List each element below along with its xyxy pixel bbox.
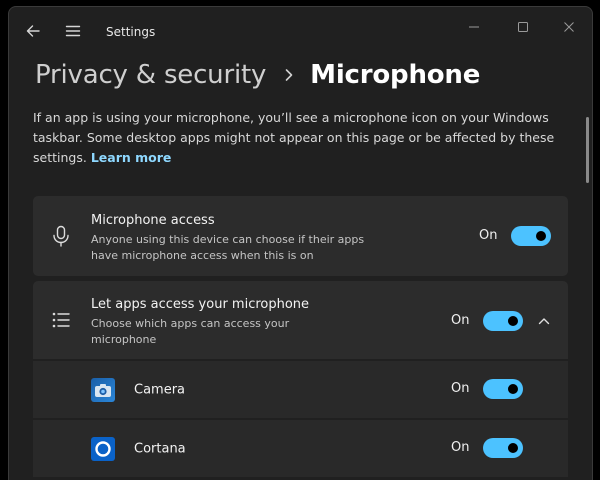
app-row-cortana: Cortana On xyxy=(33,420,568,477)
microphone-access-toggle[interactable] xyxy=(511,226,551,246)
app-row-camera: Camera On xyxy=(33,361,568,418)
microphone-access-title: Microphone access xyxy=(91,213,215,228)
microphone-access-state: On xyxy=(479,228,498,243)
maximize-button[interactable] xyxy=(503,13,543,41)
breadcrumb-chevron-icon xyxy=(284,68,294,82)
back-arrow-icon xyxy=(26,25,40,37)
window-title: Settings xyxy=(106,25,156,39)
microphone-icon xyxy=(49,224,73,248)
maximize-icon xyxy=(518,22,528,32)
apps-access-card[interactable]: Let apps access your microphone Choose w… xyxy=(33,281,568,359)
cortana-toggle[interactable] xyxy=(483,438,523,458)
breadcrumb: Privacy & security Microphone xyxy=(35,55,480,95)
apps-access-state: On xyxy=(451,313,470,328)
page-description: If an app is using your microphone, you’… xyxy=(33,108,563,168)
app-state-cortana: On xyxy=(451,440,470,455)
app-state-camera: On xyxy=(451,381,470,396)
hamburger-menu-icon xyxy=(65,25,81,37)
camera-app-icon xyxy=(91,377,115,402)
scrollbar-thumb[interactable] xyxy=(586,117,589,183)
app-name-camera: Camera xyxy=(134,382,186,397)
chevron-up-icon xyxy=(538,318,550,325)
toggle-knob xyxy=(536,231,546,241)
settings-window: Settings Privacy & security Microphone I… xyxy=(8,6,593,480)
close-button[interactable] xyxy=(549,13,589,41)
microphone-access-subtitle: Anyone using this device can choose if t… xyxy=(91,233,365,262)
camera-toggle[interactable] xyxy=(483,379,523,399)
page-title: Microphone xyxy=(310,60,481,90)
cortana-app-icon xyxy=(91,436,115,461)
apps-access-toggle[interactable] xyxy=(483,311,523,331)
title-bar: Settings xyxy=(9,7,592,55)
toggle-knob xyxy=(508,443,518,453)
minimize-icon xyxy=(469,26,479,28)
app-name-cortana: Cortana xyxy=(134,441,186,456)
learn-more-link[interactable]: Learn more xyxy=(91,150,172,165)
navigation-menu-button[interactable] xyxy=(59,17,87,45)
toggle-knob xyxy=(508,316,518,326)
toggle-knob xyxy=(508,384,518,394)
microphone-access-card: Microphone access Anyone using this devi… xyxy=(33,196,568,276)
collapse-button[interactable] xyxy=(536,313,552,329)
apps-access-subtitle: Choose which apps can access your microp… xyxy=(91,317,290,346)
minimize-button[interactable] xyxy=(454,13,494,41)
apps-access-title: Let apps access your microphone xyxy=(91,297,310,312)
list-icon xyxy=(49,308,73,332)
back-button[interactable] xyxy=(19,17,47,45)
close-icon xyxy=(564,22,574,32)
breadcrumb-parent-link[interactable]: Privacy & security xyxy=(35,60,266,90)
